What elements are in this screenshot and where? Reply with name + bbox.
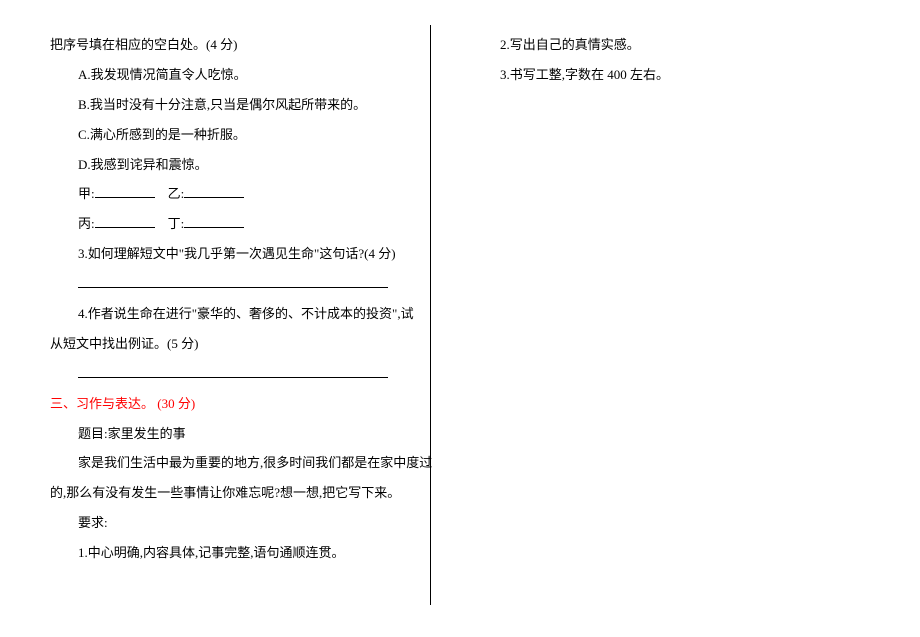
option-c: C.满心所感到的是一种折服。: [50, 120, 440, 150]
label-jia: 甲:: [78, 186, 95, 201]
label-yi: 乙:: [168, 186, 185, 201]
question-3: 3.如何理解短文中"我几乎第一次遇见生命"这句话?(4 分): [50, 239, 440, 269]
blank-jia[interactable]: [95, 185, 155, 198]
left-column: 把序号填在相应的空白处。(4 分) A.我发现情况简直令人吃惊。 B.我当时没有…: [0, 0, 460, 637]
option-b: B.我当时没有十分注意,只当是偶尔风起所带来的。: [50, 90, 440, 120]
section-3-title: 三、习作与表达。 (30 分): [50, 389, 440, 419]
blank-q3[interactable]: [78, 275, 388, 288]
option-a: A.我发现情况简直令人吃惊。: [50, 60, 440, 90]
requirement-3: 3.书写工整,字数在 400 左右。: [500, 60, 900, 90]
answer-line-q3: [50, 269, 440, 299]
blank-q4[interactable]: [78, 365, 388, 378]
requirement-2: 2.写出自己的真情实感。: [500, 30, 900, 60]
label-bing: 丙:: [78, 216, 95, 231]
option-d: D.我感到诧异和震惊。: [50, 150, 440, 180]
intro-text: 把序号填在相应的空白处。(4 分): [50, 30, 440, 60]
blank-ding[interactable]: [184, 215, 244, 228]
fill-row-2: 丙: 丁:: [50, 209, 440, 239]
desc-line-1: 家是我们生活中最为重要的地方,很多时间我们都是在家中度过: [50, 448, 440, 478]
right-column: 2.写出自己的真情实感。 3.书写工整,字数在 400 左右。: [460, 0, 920, 637]
desc-line-2: 的,那么有没有发生一些事情让你难忘呢?想一想,把它写下来。: [50, 478, 440, 508]
requirement-1: 1.中心明确,内容具体,记事完整,语句通顺连贯。: [50, 538, 440, 568]
requirements-label: 要求:: [50, 508, 440, 538]
blank-bing[interactable]: [95, 215, 155, 228]
column-divider: [430, 25, 431, 605]
answer-line-q4: [50, 359, 440, 389]
question-4a: 4.作者说生命在进行"豪华的、奢侈的、不计成本的投资",试: [50, 299, 440, 329]
topic: 题目:家里发生的事: [50, 419, 440, 449]
label-ding: 丁:: [168, 216, 185, 231]
blank-yi[interactable]: [184, 185, 244, 198]
question-4b: 从短文中找出例证。(5 分): [50, 329, 440, 359]
fill-row-1: 甲: 乙:: [50, 179, 440, 209]
